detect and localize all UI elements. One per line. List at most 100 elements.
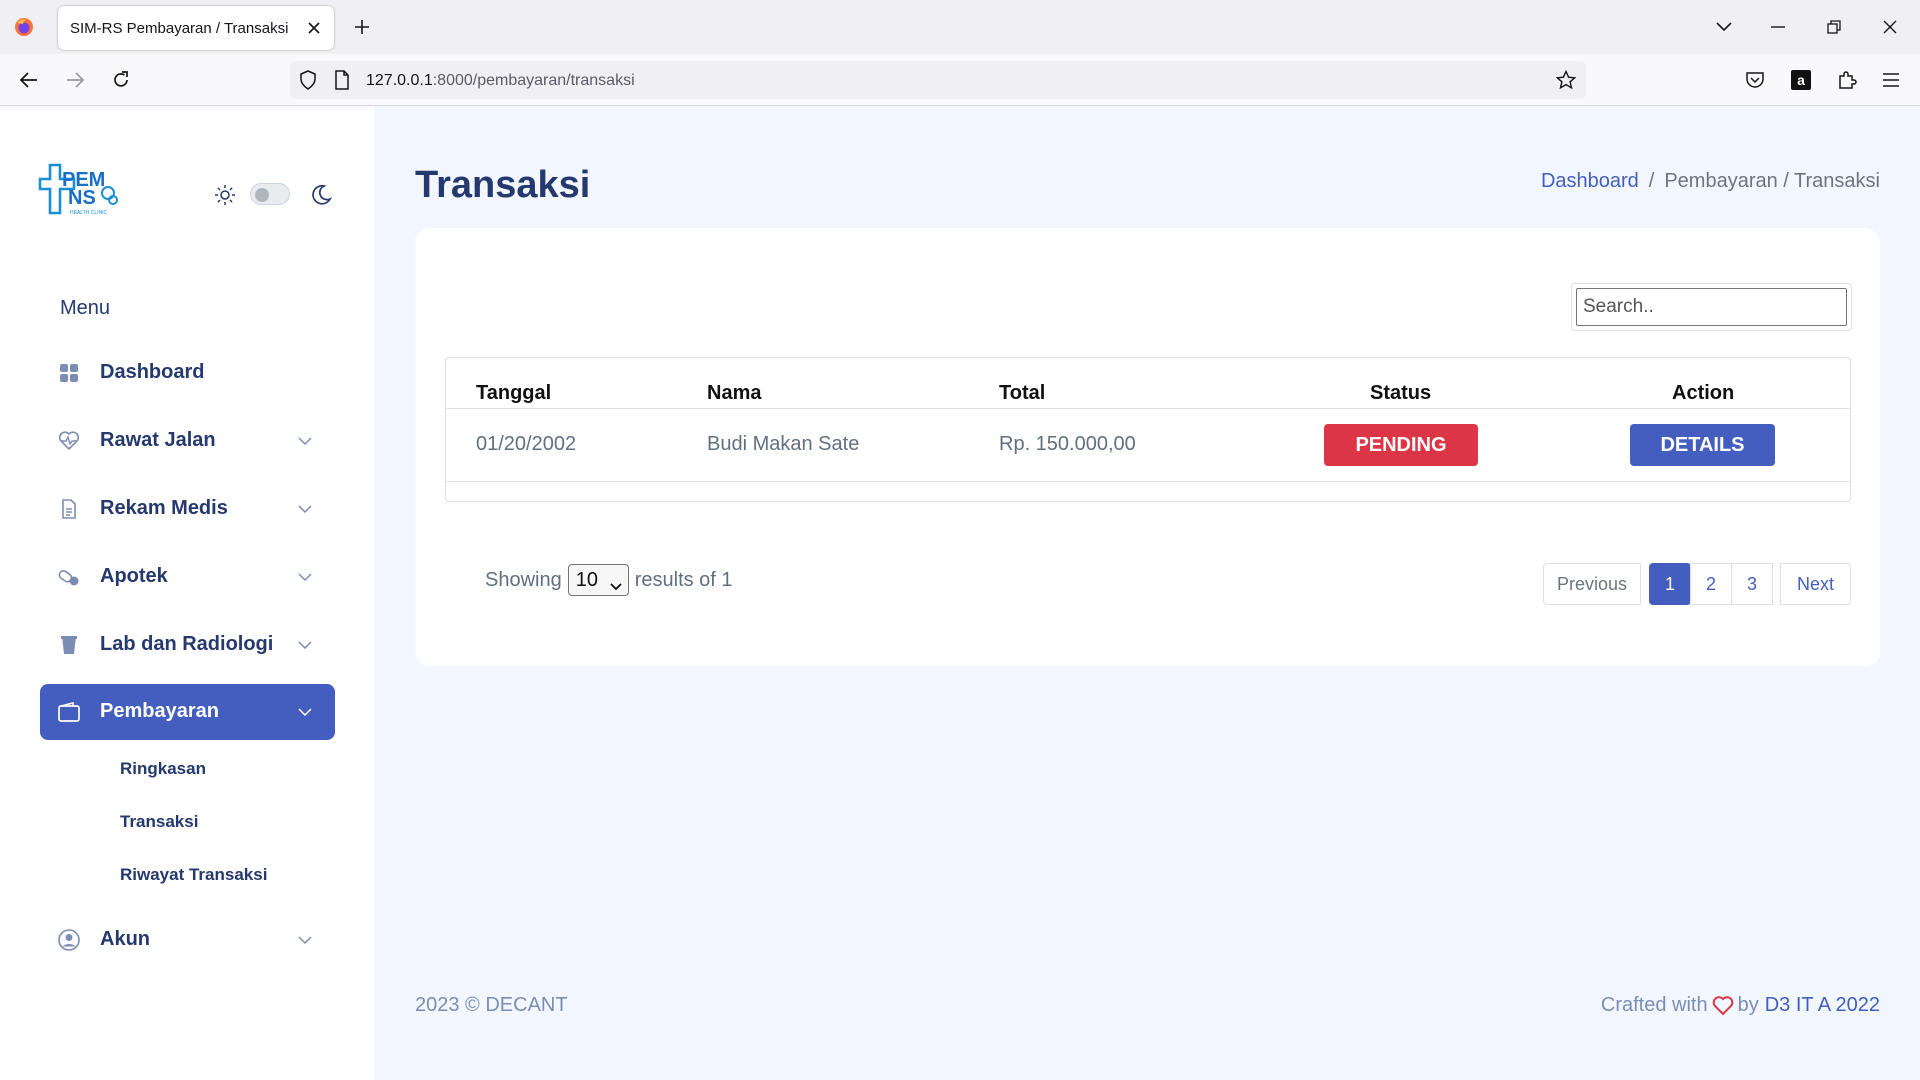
shield-icon[interactable]: [296, 68, 320, 92]
logo[interactable]: PEM NS HEALTH CLINIC: [38, 163, 124, 217]
footer-credits: Crafted with by D3 IT A 2022: [1601, 994, 1880, 1017]
sun-icon: [214, 184, 236, 211]
page-title: Transaksi: [415, 164, 591, 206]
cell-total: Rp. 150.000,00: [999, 433, 1136, 455]
extensions-puzzle-icon[interactable]: [1834, 67, 1860, 93]
column-header-nama[interactable]: Nama: [707, 382, 761, 405]
search-wrapper: [1571, 283, 1852, 331]
breadcrumb: Dashboard / Pembayaran / Transaksi: [1541, 170, 1880, 193]
chevron-down-icon: [295, 431, 315, 451]
bookmark-star-icon[interactable]: [1554, 68, 1578, 92]
chevron-down-icon: [295, 567, 315, 587]
column-header-action[interactable]: Action: [1672, 382, 1734, 405]
sidebar-item-akun[interactable]: Akun: [40, 912, 335, 968]
page-icon[interactable]: [330, 68, 354, 92]
close-icon[interactable]: [304, 18, 324, 38]
user-circle-icon: [58, 929, 80, 951]
heart-icon: [1712, 995, 1734, 1016]
submenu-item-riwayat-transaksi[interactable]: Riwayat Transaksi: [120, 865, 267, 885]
pocket-icon[interactable]: [1742, 67, 1768, 93]
moon-icon: [310, 184, 332, 211]
browser-nav-bar: 127.0.0.1:8000/pembayaran/transaksi a: [0, 54, 1920, 106]
chevron-down-icon: [295, 702, 315, 722]
amazon-extension-icon[interactable]: a: [1788, 67, 1814, 93]
chevron-down-icon: [295, 930, 315, 950]
browser-tab[interactable]: SIM-RS Pembayaran / Transaksi: [58, 6, 334, 50]
column-header-status[interactable]: Status: [1370, 382, 1431, 405]
sidebar-item-label: Rawat Jalan: [100, 429, 216, 451]
sidebar-item-rawat-jalan[interactable]: Rawat Jalan: [40, 413, 335, 469]
pagination-next[interactable]: Next: [1780, 563, 1851, 605]
cup-icon: [58, 634, 80, 656]
browser-tab-bar: SIM-RS Pembayaran / Transaksi: [0, 0, 1920, 54]
url-text[interactable]: 127.0.0.1:8000/pembayaran/transaksi: [366, 72, 635, 90]
footer-crafted-text: Crafted with: [1600, 994, 1708, 1016]
url-bar[interactable]: 127.0.0.1:8000/pembayaran/transaksi: [290, 61, 1586, 99]
sidebar-item-label: Pembayaran: [100, 700, 219, 722]
search-input[interactable]: [1576, 288, 1847, 326]
logo-text-bottom: NS: [68, 187, 96, 209]
sidebar-item-pembayaran[interactable]: Pembayaran: [40, 684, 335, 740]
cell-tanggal: 01/20/2002: [476, 433, 577, 455]
per-page-select[interactable]: 10: [567, 564, 629, 597]
reload-icon[interactable]: [108, 67, 134, 93]
cell-nama: Budi Makan Sate: [707, 433, 860, 455]
breadcrumb-dashboard-link[interactable]: Dashboard: [1541, 170, 1639, 192]
page-size-info: Showing 10 results of 1: [485, 564, 733, 596]
file-text-icon: [58, 498, 80, 520]
column-header-total[interactable]: Total: [999, 382, 1045, 405]
sidebar-item-rekam-medis[interactable]: Rekam Medis: [40, 481, 335, 537]
sidebar-item-label: Rekam Medis: [100, 497, 228, 519]
pagination-previous[interactable]: Previous: [1543, 563, 1641, 605]
sidebar-item-label: Lab dan Radiologi: [100, 633, 274, 655]
url-path: :8000/pembayaran/transaksi: [432, 72, 635, 89]
restore-icon[interactable]: [1820, 14, 1848, 40]
wallet-icon: [58, 701, 80, 723]
sidebar-item-label: Dashboard: [100, 361, 205, 383]
footer-team-link[interactable]: D3 IT A 2022: [1765, 994, 1880, 1017]
sidebar-item-apotek[interactable]: Apotek: [40, 549, 335, 605]
sidebar-item-dashboard[interactable]: Dashboard: [40, 345, 335, 401]
header-divider: [446, 408, 1850, 409]
row-divider: [446, 481, 1850, 482]
hamburger-menu-icon[interactable]: [1878, 67, 1904, 93]
url-host: 127.0.0.1: [366, 72, 433, 89]
logo-caption: HEALTH CLINIC: [70, 210, 108, 216]
back-arrow-icon[interactable]: [16, 67, 42, 93]
submenu-item-transaksi[interactable]: Transaksi: [120, 812, 198, 832]
heart-pulse-icon: [58, 430, 80, 452]
details-button[interactable]: DETAILS: [1630, 424, 1775, 466]
capsule-icon: [58, 566, 80, 588]
chevron-down-icon: [610, 574, 622, 597]
sidebar-item-label: Apotek: [100, 565, 168, 587]
menu-title: Menu: [60, 297, 111, 319]
minimize-icon[interactable]: [1764, 14, 1792, 40]
status-badge: PENDING: [1324, 424, 1478, 466]
showing-suffix: results of 1: [634, 568, 733, 591]
sidebar-item-lab-radiologi[interactable]: Lab dan Radiologi: [40, 617, 335, 673]
chevron-down-icon: [295, 499, 315, 519]
footer-copyright: 2023 © DECANT: [415, 994, 568, 1016]
window-close-icon[interactable]: [1876, 14, 1904, 40]
pagination-page-2[interactable]: 2: [1690, 563, 1732, 605]
column-header-tanggal[interactable]: Tanggal: [476, 382, 551, 405]
new-tab-plus-icon[interactable]: [350, 15, 374, 39]
transactions-card: Tanggal Nama Total Status Action 01/20/2…: [415, 228, 1880, 666]
grid-icon: [58, 362, 80, 384]
transactions-table: Tanggal Nama Total Status Action 01/20/2…: [445, 357, 1851, 502]
showing-prefix: Showing: [485, 568, 562, 591]
firefox-icon: [14, 17, 34, 37]
sidebar: PEM NS HEALTH CLINIC Menu Dashboard Rawa…: [0, 107, 374, 1080]
forward-arrow-icon[interactable]: [62, 67, 88, 93]
submenu-item-ringkasan[interactable]: Ringkasan: [120, 759, 206, 779]
pagination-page-1[interactable]: 1: [1649, 563, 1691, 605]
footer-by-text: by: [1737, 994, 1759, 1016]
per-page-value: 10: [575, 568, 598, 591]
tab-list-chevron-down-icon[interactable]: [1710, 14, 1738, 40]
theme-toggle[interactable]: [250, 183, 290, 205]
pagination-page-3[interactable]: 3: [1731, 563, 1773, 605]
tab-title: SIM-RS Pembayaran / Transaksi: [70, 20, 289, 37]
sidebar-item-label: Akun: [100, 928, 150, 950]
svg-text:a: a: [1797, 72, 1805, 88]
breadcrumb-current: Pembayaran / Transaksi: [1664, 170, 1880, 192]
